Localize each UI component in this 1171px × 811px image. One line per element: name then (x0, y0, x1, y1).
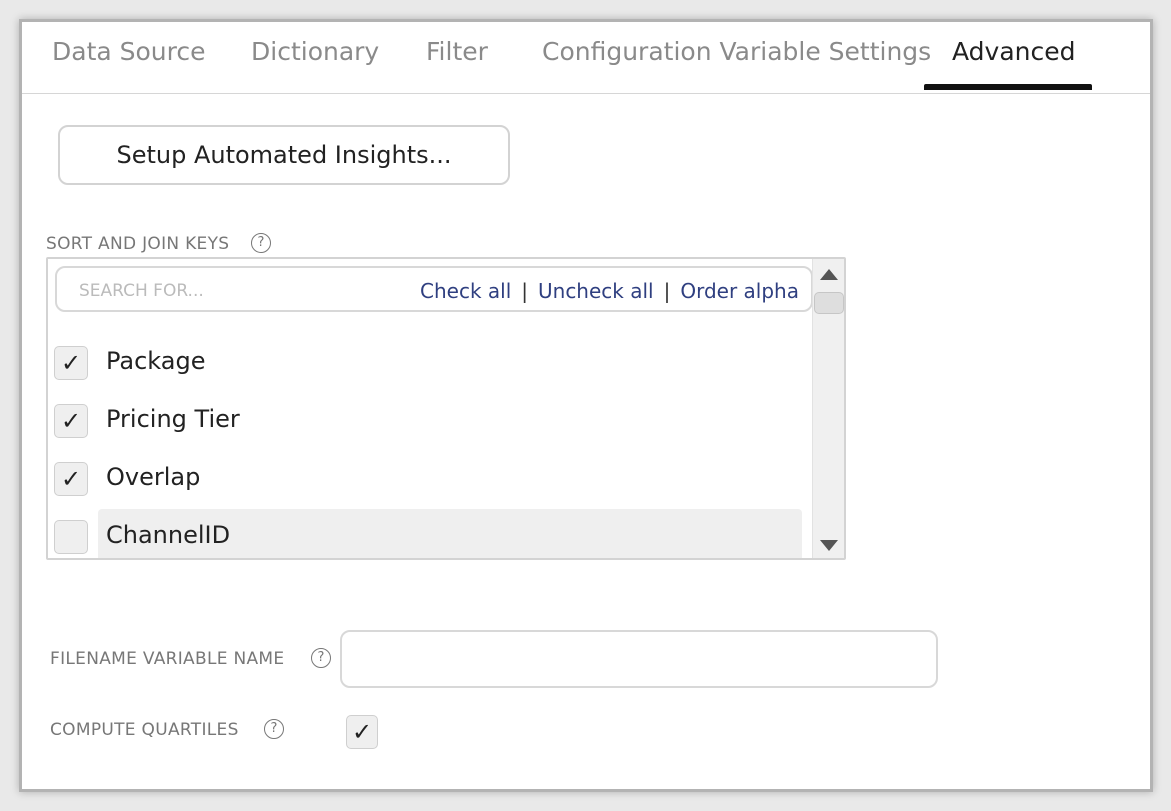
tab-dictionary[interactable]: Dictionary (251, 37, 379, 66)
tab-configuration-variable-settings[interactable]: Configuration Variable Settings (542, 37, 931, 66)
list-item-label: Pricing Tier (106, 405, 240, 433)
list-item-pricing-tier[interactable]: ✓ Pricing Tier (54, 393, 804, 449)
search-input[interactable] (77, 279, 377, 303)
scroll-thumb[interactable] (814, 292, 844, 314)
dialog-window: Data Source Dictionary Filter Configurat… (19, 19, 1153, 792)
help-icon[interactable]: ? (264, 719, 284, 739)
order-alpha-link[interactable]: Order alpha (680, 279, 799, 303)
separator: | (521, 279, 528, 303)
tab-data-source[interactable]: Data Source (52, 37, 206, 66)
help-icon[interactable]: ? (251, 233, 271, 253)
compute-quartiles-checkbox[interactable]: ✓ (346, 715, 378, 749)
scroll-down-arrow-icon[interactable] (820, 540, 838, 551)
list-item-label: Overlap (106, 463, 201, 491)
tab-filter[interactable]: Filter (426, 37, 488, 66)
uncheck-all-link[interactable]: Uncheck all (538, 279, 654, 303)
sort-join-keys-label: SORT AND JOIN KEYS (46, 234, 230, 254)
list-scrollbar[interactable] (812, 259, 844, 558)
active-tab-indicator (924, 84, 1092, 90)
setup-automated-insights-button[interactable]: Setup Automated Insights... (58, 125, 510, 185)
help-icon[interactable]: ? (311, 648, 331, 668)
package-checkbox[interactable]: ✓ (54, 346, 88, 380)
list-actions: Check all | Uncheck all | Order alpha (420, 279, 799, 303)
separator: | (663, 279, 671, 303)
compute-quartiles-label: COMPUTE QUARTILES (50, 720, 239, 740)
overlap-checkbox[interactable]: ✓ (54, 462, 88, 496)
check-all-link[interactable]: Check all (420, 279, 511, 303)
list-item-channelid[interactable]: ChannelID (54, 509, 804, 558)
filename-variable-name-input[interactable] (340, 630, 938, 688)
list-item-overlap[interactable]: ✓ Overlap (54, 451, 804, 507)
list-search-bar: Check all | Uncheck all | Order alpha (55, 266, 813, 312)
channelid-checkbox[interactable] (54, 520, 88, 554)
filename-variable-name-label: FILENAME VARIABLE NAME (50, 649, 285, 669)
scroll-up-arrow-icon[interactable] (820, 269, 838, 280)
tab-advanced[interactable]: Advanced (952, 37, 1076, 66)
pricing-tier-checkbox[interactable]: ✓ (54, 404, 88, 438)
list-item-package[interactable]: ✓ Package (54, 335, 804, 391)
list-item-label: Package (106, 347, 206, 375)
tab-bar: Data Source Dictionary Filter Configurat… (22, 22, 1150, 94)
sort-join-keys-list: Check all | Uncheck all | Order alpha ✓ Pack… (46, 257, 846, 560)
list-item-label: ChannelID (106, 521, 231, 549)
